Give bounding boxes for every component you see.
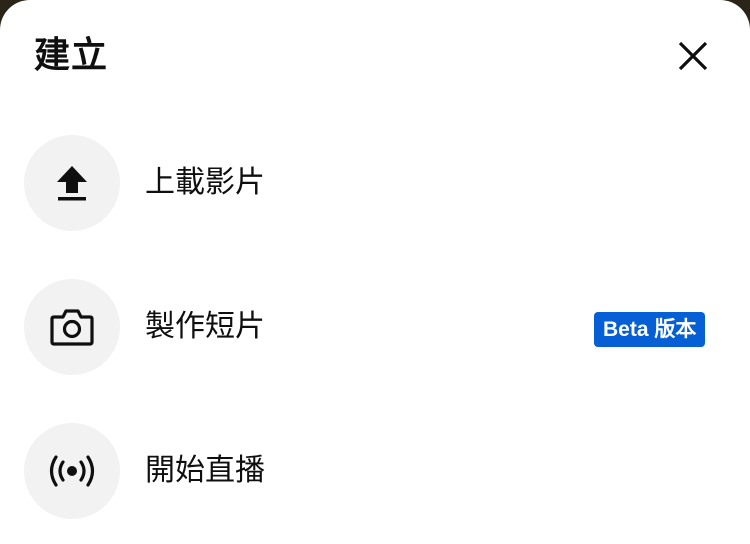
camera-icon [50,309,94,346]
create-short-item[interactable]: 製作短片 Beta 版本 [0,266,750,386]
sheet-title: 建立 [34,35,109,76]
upload-icon-circle [24,135,120,231]
camera-icon-circle [24,279,120,375]
create-short-label: 製作短片 [145,309,265,344]
upload-video-item[interactable]: 上載影片 [0,122,750,242]
live-broadcast-icon [49,455,95,487]
beta-badge: Beta 版本 [594,312,706,347]
upload-icon [57,166,87,201]
close-icon [678,41,708,71]
upload-video-label: 上載影片 [145,165,265,200]
go-live-item[interactable]: 開始直播 [0,410,750,530]
create-sheet: 建立 上載影片 製作短片 Beta 版本 開始直播 [0,0,750,544]
live-icon-circle [24,423,120,519]
go-live-label: 開始直播 [145,453,265,488]
close-button[interactable] [670,33,716,79]
